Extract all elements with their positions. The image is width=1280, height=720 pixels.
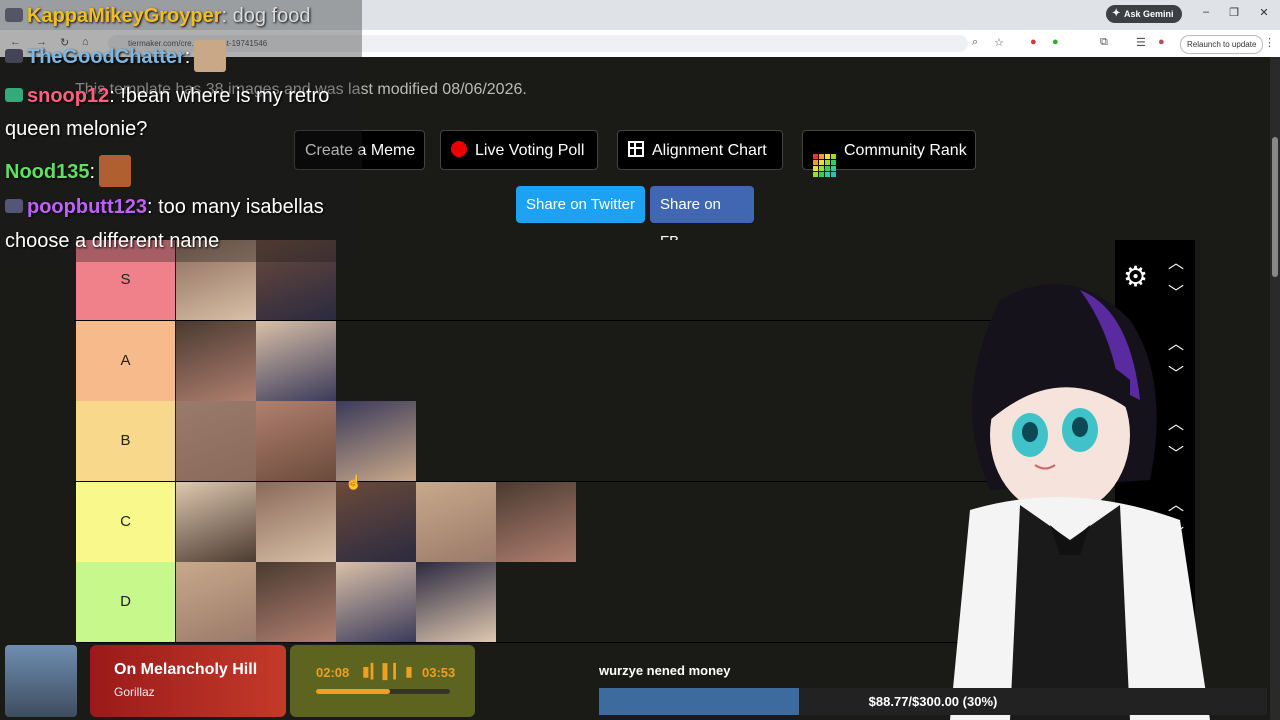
ask-gemini-label: Ask Gemini xyxy=(1124,9,1174,19)
minimize-icon[interactable]: – xyxy=(1196,6,1216,18)
tier-image[interactable] xyxy=(256,481,336,562)
record-dot-icon xyxy=(451,141,467,157)
goal-text: $88.77/$300.00 (30%) xyxy=(868,694,998,709)
chat-text: choose a different name xyxy=(5,230,220,252)
face-emote-icon xyxy=(99,155,132,187)
chat-text: : xyxy=(184,46,191,68)
chat-text: : dog food xyxy=(221,5,311,27)
tier-image[interactable] xyxy=(176,401,256,481)
tier-label[interactable]: D xyxy=(76,562,175,642)
extension-icon[interactable]: ● xyxy=(1052,36,1059,48)
tier-label[interactable]: C xyxy=(76,481,175,562)
album-art xyxy=(5,645,77,717)
total-time: 03:53 xyxy=(422,665,456,680)
tier-image[interactable] xyxy=(176,562,256,642)
tier-image[interactable] xyxy=(416,562,496,642)
community-rank-label: Community Rank xyxy=(844,142,967,159)
chat-message: choose a different name xyxy=(5,230,219,253)
chat-text: : !bean where is my retro xyxy=(109,85,330,107)
baby-emote-icon xyxy=(194,40,227,72)
track-progress-bar xyxy=(316,689,450,694)
chat-message: KappaMikeyGroyper: dog food xyxy=(5,5,310,28)
tier-image[interactable] xyxy=(336,401,416,481)
live-poll-label: Live Voting Poll xyxy=(475,142,585,159)
chat-message: TheGoodChatter: xyxy=(5,40,227,72)
tier-label[interactable]: B xyxy=(76,401,175,481)
chat-text: queen melonie? xyxy=(5,118,148,140)
tier-label[interactable]: A xyxy=(76,320,175,401)
close-icon[interactable]: ✕ xyxy=(1254,6,1274,19)
color-grid-icon xyxy=(813,154,836,177)
bookmark-star-icon[interactable]: ☆ xyxy=(994,36,1004,49)
vtuber-avatar xyxy=(950,284,1210,720)
tier-items xyxy=(176,401,416,481)
tier-items xyxy=(176,481,576,562)
community-rank-button[interactable]: Community Rank xyxy=(802,130,976,177)
reading-list-icon[interactable]: ☰ xyxy=(1136,36,1146,49)
tier-image[interactable] xyxy=(336,481,416,562)
extensions-puzzle-icon[interactable]: ⧉ xyxy=(1100,36,1108,49)
track-title: On Melancholy Hill xyxy=(114,661,258,678)
tier-image[interactable] xyxy=(496,481,576,562)
goal-label: wurzye nened money xyxy=(599,663,731,678)
chat-text: : xyxy=(89,161,96,183)
chat-badge-icon xyxy=(5,88,23,102)
relaunch-button[interactable]: Relaunch to update xyxy=(1180,35,1264,54)
track-time: 02:08 ▮▎▌▎▮ 03:53 xyxy=(290,645,475,717)
tier-image[interactable] xyxy=(416,481,496,562)
waveform-icon: ▮▎▌▎▮ xyxy=(362,663,414,679)
zoom-icon[interactable]: ⌕ xyxy=(972,36,978,49)
now-playing-widget: On Melancholy Hill Gorillaz 02:08 ▮▎▌▎▮ … xyxy=(5,645,475,720)
tier-image[interactable] xyxy=(256,562,336,642)
extension-icon[interactable]: ● xyxy=(1030,36,1037,48)
chat-username: snoop12 xyxy=(27,85,110,107)
chat-badge-icon xyxy=(5,199,23,213)
share-fb-button[interactable]: Share on FB xyxy=(650,186,754,250)
stream-chat-overlay: KappaMikeyGroyper: dog food TheGoodChatt… xyxy=(0,0,362,262)
chat-message: snoop12: !bean where is my retro xyxy=(5,85,329,108)
track-artist: Gorillaz xyxy=(114,685,155,699)
chat-text: : too many isabellas xyxy=(147,196,324,218)
tier-items xyxy=(176,562,496,642)
chat-username: Nood135 xyxy=(5,161,90,183)
donation-goal-bar: $88.77/$300.00 (30%) xyxy=(599,688,1267,715)
chat-username: TheGoodChatter xyxy=(27,46,185,68)
tier-items xyxy=(176,320,336,401)
ask-gemini-button[interactable]: ✦ Ask Gemini xyxy=(1106,5,1182,23)
current-time: 02:08 xyxy=(316,665,350,680)
chat-message: Nood135: xyxy=(5,155,132,187)
chat-message: queen melonie? xyxy=(5,118,147,141)
tier-image[interactable] xyxy=(176,320,256,401)
scrollbar-thumb[interactable] xyxy=(1272,137,1278,277)
tier-image[interactable] xyxy=(176,481,256,562)
chat-badge-icon xyxy=(5,8,23,22)
tier-image[interactable] xyxy=(336,562,416,642)
track-progress-fill xyxy=(316,689,390,694)
page-scrollbar[interactable] xyxy=(1270,57,1280,720)
maximize-icon[interactable]: ❐ xyxy=(1224,6,1244,19)
alignment-label: Alignment Chart xyxy=(652,142,767,159)
chat-badge-icon xyxy=(5,49,23,63)
live-voting-poll-button[interactable]: Live Voting Poll xyxy=(440,130,598,170)
gemini-sparkle-icon: ✦ xyxy=(1112,8,1121,19)
share-twitter-button[interactable]: Share on Twitter xyxy=(516,186,645,223)
grid-icon xyxy=(628,141,644,157)
tier-image[interactable] xyxy=(256,401,336,481)
mouse-cursor-icon: ☝ xyxy=(345,474,363,490)
profile-avatar-icon[interactable]: ● xyxy=(1158,36,1165,48)
menu-kebab-icon[interactable]: ⋮ xyxy=(1264,36,1275,49)
tier-image[interactable] xyxy=(256,320,336,401)
chat-message: poopbutt123: too many isabellas xyxy=(5,196,324,219)
alignment-chart-button[interactable]: Alignment Chart xyxy=(617,130,783,170)
move-up-icon[interactable]: ︿ xyxy=(1167,256,1185,272)
track-info: On Melancholy Hill Gorillaz xyxy=(90,645,286,717)
chat-username: KappaMikeyGroyper xyxy=(27,5,222,27)
chat-username: poopbutt123 xyxy=(27,196,147,218)
